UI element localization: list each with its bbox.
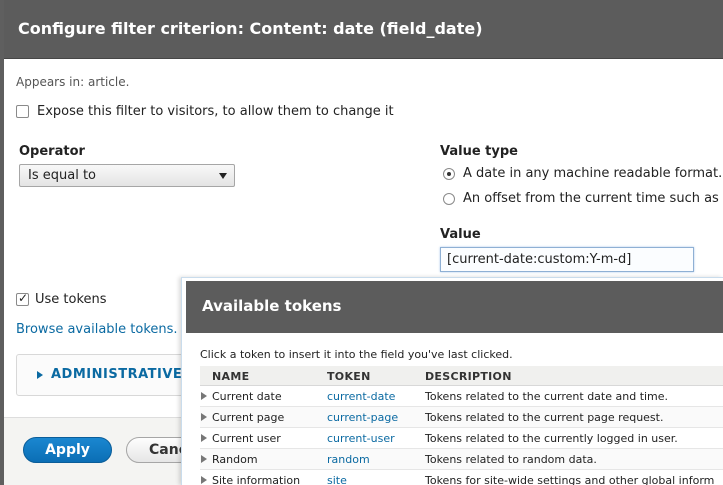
tokens-instruction: Click a token to insert it into the fiel…: [200, 348, 513, 361]
use-tokens-option[interactable]: Use tokens: [16, 291, 107, 307]
value-type-radio-offset[interactable]: [443, 192, 455, 205]
expose-filter-label[interactable]: Expose this filter to visitors, to allow…: [37, 104, 394, 119]
token-link[interactable]: current-date: [327, 390, 395, 403]
value-type-radio-date[interactable]: [443, 167, 455, 180]
token-link[interactable]: random: [327, 453, 370, 466]
value-input[interactable]: [current-date:custom:Y-m-d]: [440, 247, 694, 272]
token-link[interactable]: site: [327, 474, 347, 485]
tokens-dialog-body: Available tokens Click a token to insert…: [186, 281, 723, 485]
caret-right-icon: [37, 371, 43, 379]
operator-select[interactable]: Is equal to: [19, 164, 235, 187]
value-type-label: Value type: [440, 144, 518, 159]
expand-icon[interactable]: [201, 413, 207, 421]
token-link[interactable]: current-user: [327, 432, 395, 445]
tokens-table: NAME TOKEN DESCRIPTION Current date curr…: [200, 366, 723, 485]
tokens-dialog-titlebar: Available tokens: [186, 281, 723, 333]
operator-selected-value: Is equal to: [28, 168, 96, 183]
expose-filter-checkbox[interactable]: [16, 105, 29, 118]
token-name: Site information: [212, 474, 301, 485]
column-header-name: NAME: [212, 370, 250, 383]
token-description: Tokens related to the current page reque…: [425, 411, 664, 424]
use-tokens-checkbox[interactable]: [16, 291, 29, 306]
token-name: Current date: [212, 390, 282, 403]
table-row[interactable]: Random random Tokens related to random d…: [200, 449, 723, 470]
use-tokens-label[interactable]: Use tokens: [35, 292, 107, 307]
token-description: Tokens related to random data.: [425, 453, 597, 466]
administrative-summary[interactable]: ADMINISTRATIVE T: [51, 367, 197, 382]
value-type-option-label[interactable]: An offset from the current time such as …: [463, 191, 723, 206]
token-description: Tokens for site-wide settings and other …: [425, 474, 715, 485]
chevron-down-icon: [219, 173, 227, 179]
column-header-token: TOKEN: [327, 370, 371, 383]
tokens-dialog-title: Available tokens: [202, 297, 342, 315]
expose-filter-option[interactable]: Expose this filter to visitors, to allow…: [16, 104, 394, 119]
token-description: Tokens related to the current date and t…: [425, 390, 669, 403]
table-row[interactable]: Current page current-page Tokens related…: [200, 407, 723, 428]
browse-tokens-link[interactable]: Browse available tokens.: [16, 322, 178, 337]
appears-in-text: Appears in: article.: [16, 75, 130, 89]
value-label: Value: [440, 227, 481, 242]
value-type-option-date[interactable]: A date in any machine readable format.: [443, 166, 722, 181]
expand-icon[interactable]: [201, 392, 207, 400]
value-type-option-offset[interactable]: An offset from the current time such as …: [443, 191, 723, 206]
token-name: Current page: [212, 411, 285, 424]
expand-icon[interactable]: [201, 476, 207, 484]
apply-button[interactable]: Apply: [23, 437, 112, 463]
operator-label: Operator: [19, 144, 85, 159]
table-row[interactable]: Current user current-user Tokens related…: [200, 428, 723, 449]
token-description: Tokens related to the currently logged i…: [425, 432, 678, 445]
token-link[interactable]: current-page: [327, 411, 398, 424]
column-header-description: DESCRIPTION: [425, 370, 512, 383]
expand-icon[interactable]: [201, 434, 207, 442]
dialog-title: Configure filter criterion: Content: dat…: [18, 19, 483, 38]
token-name: Random: [212, 453, 258, 466]
expand-icon[interactable]: [201, 455, 207, 463]
value-type-option-label[interactable]: A date in any machine readable format.: [463, 166, 722, 181]
dialog-titlebar: Configure filter criterion: Content: dat…: [4, 0, 723, 59]
table-row[interactable]: Site information site Tokens for site-wi…: [200, 470, 723, 485]
table-header: NAME TOKEN DESCRIPTION: [200, 366, 723, 386]
table-row[interactable]: Current date current-date Tokens related…: [200, 386, 723, 407]
token-name: Current user: [212, 432, 281, 445]
available-tokens-dialog: Available tokens Click a token to insert…: [181, 277, 723, 485]
